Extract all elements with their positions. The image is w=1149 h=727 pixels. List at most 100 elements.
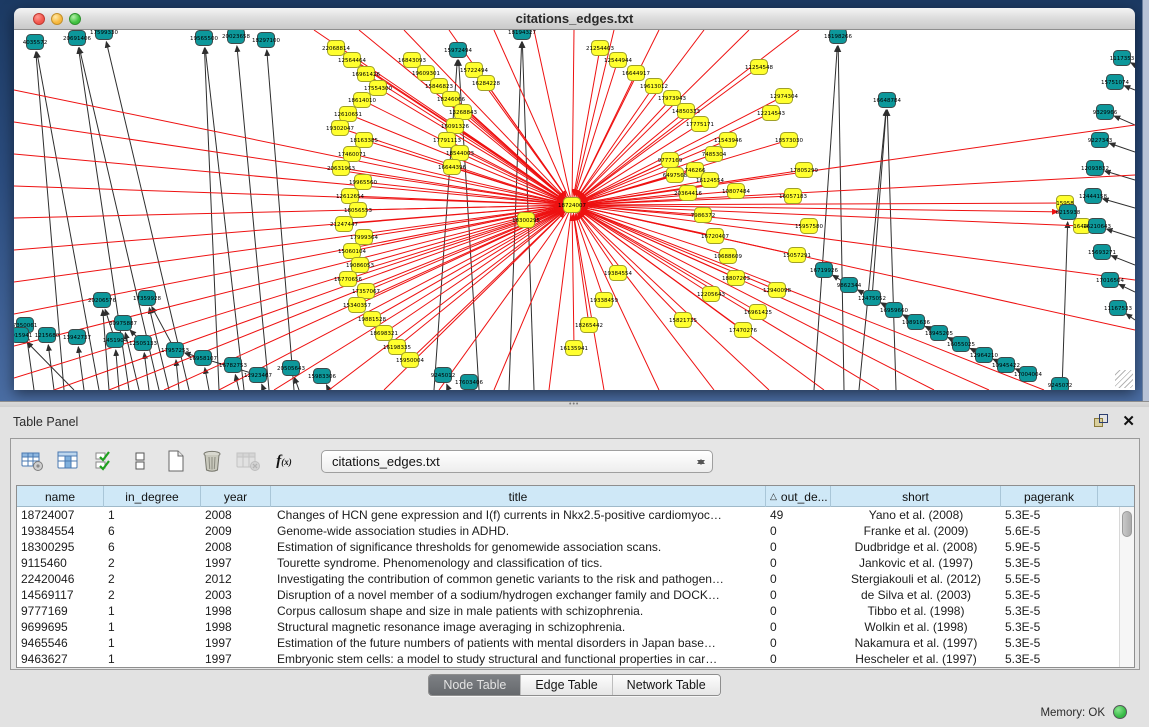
column-visibility-icon[interactable] xyxy=(55,448,81,474)
cell-title: Estimation of the future numbers of pati… xyxy=(271,635,766,651)
yellow-node[interactable]: 12940098 xyxy=(763,283,791,298)
yellow-node[interactable]: 18163385 xyxy=(350,133,378,148)
new-table-icon[interactable] xyxy=(163,448,189,474)
column-header-name[interactable]: name xyxy=(17,486,104,507)
rows-icon[interactable] xyxy=(127,448,153,474)
teal-node[interactable]: 8215938 xyxy=(1056,205,1081,220)
cell-title: Embryonic stem cells: a model to study s… xyxy=(271,651,766,667)
teal-node[interactable]: 11167533 xyxy=(1104,301,1132,316)
yellow-node[interactable]: 18573030 xyxy=(775,133,803,148)
table-row[interactable]: 1830029562008Estimation of significance … xyxy=(17,539,1134,555)
table-row[interactable]: 946554611997Estimation of the future num… xyxy=(17,635,1134,651)
row-select-icon[interactable] xyxy=(91,448,117,474)
table-row[interactable]: 911546021997Tourette syndrome. Phenomeno… xyxy=(17,555,1134,571)
teal-node[interactable]: 9245012 xyxy=(431,368,456,383)
yellow-node[interactable]: 10807484 xyxy=(722,184,750,199)
yellow-node[interactable]: 12610651 xyxy=(334,107,362,122)
yellow-node[interactable]: 17999364 xyxy=(350,230,378,245)
teal-node[interactable]: 17599330 xyxy=(90,30,118,40)
tab-network-table[interactable]: Network Table xyxy=(613,675,720,695)
teal-node[interactable]: 15983306 xyxy=(308,369,336,384)
teal-node[interactable]: 9245072 xyxy=(1048,378,1073,391)
tab-edge-table[interactable]: Edge Table xyxy=(521,675,612,695)
teal-node[interactable]: 15751074 xyxy=(1101,75,1129,90)
teal-node[interactable]: 19565500 xyxy=(190,31,218,46)
column-header-short[interactable]: short xyxy=(831,486,1001,507)
teal-node[interactable]: 16648784 xyxy=(873,93,901,108)
yellow-node[interactable]: 16644917 xyxy=(622,66,650,81)
yellow-node[interactable]: 19881528 xyxy=(358,312,386,327)
table-row[interactable]: 977716911998Corpus callosum shape and si… xyxy=(17,603,1134,619)
column-header-out_de[interactable]: △out_de... xyxy=(766,486,831,507)
teal-node[interactable]: 17004004 xyxy=(1014,367,1042,382)
teal-node[interactable]: 16958107 xyxy=(189,351,217,366)
teal-node[interactable]: 12093832 xyxy=(1081,161,1109,176)
yellow-node[interactable]: 15821735 xyxy=(669,313,697,328)
yellow-node[interactable]: 19613012 xyxy=(640,79,668,94)
resize-grip[interactable] xyxy=(1115,370,1133,388)
table-row[interactable]: 1456911722003Disruption of a novel membe… xyxy=(17,587,1134,603)
scrollbar-thumb[interactable] xyxy=(1122,511,1132,537)
teal-node[interactable]: 1215680 xyxy=(35,328,60,343)
tab-node-table[interactable]: Node Table xyxy=(429,675,521,695)
yellow-node[interactable]: 6497568 xyxy=(663,168,688,183)
network-window-titlebar[interactable]: citations_edges.txt xyxy=(14,8,1135,30)
teal-node[interactable]: 9329966 xyxy=(1093,105,1118,120)
yellow-node[interactable]: 11543946 xyxy=(714,133,742,148)
teal-node[interactable]: 16719926 xyxy=(810,263,838,278)
yellow-node[interactable]: 17470276 xyxy=(729,323,757,338)
teal-node[interactable]: 20023658 xyxy=(222,30,250,44)
table-row[interactable]: 2242004622012Investigating the contribut… xyxy=(17,571,1134,587)
teal-node[interactable]: 4035572 xyxy=(23,35,48,50)
teal-node[interactable]: 18297100 xyxy=(252,33,280,48)
yellow-node[interactable]: 16961426 xyxy=(352,67,380,82)
yellow-node[interactable]: 21254403 xyxy=(586,41,614,56)
delete-table-icon[interactable] xyxy=(199,448,225,474)
teal-node[interactable]: 1451904 xyxy=(103,333,128,348)
teal-node[interactable]: 18194327 xyxy=(508,30,536,40)
yellow-node[interactable]: 16135941 xyxy=(560,341,588,356)
yellow-node[interactable]: 17460071 xyxy=(338,147,366,162)
yellow-node[interactable]: 18265442 xyxy=(575,318,603,333)
column-header-year[interactable]: year xyxy=(201,486,271,507)
column-header-title[interactable]: title xyxy=(271,486,766,507)
network-view-canvas[interactable]: 4035572206914061759933019565500200236581… xyxy=(14,30,1135,390)
teal-node[interactable]: 12505133 xyxy=(129,336,157,351)
network-window[interactable]: citations_edges.txt 4035572 2069140617599… xyxy=(14,8,1135,390)
yellow-node[interactable]: 15057291 xyxy=(783,248,811,263)
yellow-node[interactable]: 16770656 xyxy=(334,272,362,287)
yellow-node[interactable]: 17805299 xyxy=(790,163,818,178)
table-row[interactable]: 1938455462009Genome-wide association stu… xyxy=(17,523,1134,539)
float-window-icon[interactable] xyxy=(1093,414,1109,429)
yellow-node[interactable]: 7986372 xyxy=(691,208,716,223)
yellow-node[interactable]: 11254548 xyxy=(745,60,773,75)
teal-node[interactable]: 9227343 xyxy=(1088,133,1113,148)
column-header-in_degree[interactable]: in_degree xyxy=(104,486,201,507)
teal-node[interactable]: 12964210 xyxy=(970,348,998,363)
teal-node[interactable]: 15972494 xyxy=(444,43,472,58)
yellow-node[interactable]: 16720407 xyxy=(701,229,729,244)
teal-node[interactable]: 30975887 xyxy=(109,316,137,331)
yellow-node[interactable]: 15957580 xyxy=(795,219,823,234)
yellow-node[interactable]: 19086053 xyxy=(346,258,374,273)
function-builder-icon[interactable]: f(x) xyxy=(271,448,297,474)
yellow-node[interactable]: 10688609 xyxy=(714,249,742,264)
teal-node[interactable]: 12444158 xyxy=(1079,189,1107,204)
teal-node[interactable]: 10945422 xyxy=(992,358,1020,373)
teal-node[interactable]: 20691406 xyxy=(63,31,91,46)
column-header-pagerank[interactable]: pagerank xyxy=(1001,486,1098,507)
yellow-node[interactable]: 20631963 xyxy=(327,161,355,176)
teal-node[interactable]: 18198266 xyxy=(824,30,852,44)
close-icon[interactable]: ✕ xyxy=(1122,412,1135,430)
table-settings-icon[interactable] xyxy=(19,448,45,474)
citation-network-graph[interactable]: 4035572206914061759933019565500200236581… xyxy=(14,30,1135,390)
table-selector-dropdown[interactable]: citations_edges.txt xyxy=(321,450,713,473)
teal-node[interactable]: 15693271 xyxy=(1088,245,1116,260)
vertical-scrollbar[interactable] xyxy=(1119,507,1134,668)
yellow-node[interactable]: 9777169 xyxy=(658,153,683,168)
teal-node[interactable]: 13942737 xyxy=(63,330,91,345)
table-row[interactable]: 1872400712008Changes of HCN gene express… xyxy=(17,507,1134,523)
table-row[interactable]: 969969511998Structural magnetic resonanc… xyxy=(17,619,1134,635)
table-row[interactable]: 946362711997Embryonic stem cells: a mode… xyxy=(17,651,1134,667)
yellow-node[interactable]: 19302047 xyxy=(326,121,354,136)
